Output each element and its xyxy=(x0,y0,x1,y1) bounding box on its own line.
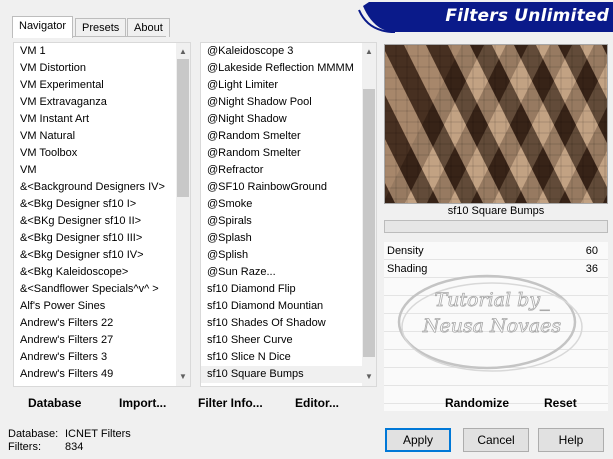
import-button[interactable]: Import... xyxy=(119,394,166,412)
cancel-button[interactable]: Cancel xyxy=(463,428,529,452)
tab-presets[interactable]: Presets xyxy=(75,18,127,37)
category-item[interactable]: Andrew's Filters 49 xyxy=(14,366,190,383)
category-item[interactable]: VM Natural xyxy=(14,128,190,145)
filter-scroll-thumb[interactable] xyxy=(363,89,375,357)
watermark-line-2: Neusa Novaes xyxy=(422,315,562,337)
filters-label: Filters: xyxy=(8,441,41,453)
scroll-down-icon[interactable]: ▼ xyxy=(362,370,376,384)
param-density[interactable]: Density 60 xyxy=(384,242,608,260)
help-button[interactable]: Help xyxy=(538,428,604,452)
filter-item[interactable]: @Random Smelter xyxy=(201,145,376,162)
watermark-line-1: Tutorial by_ xyxy=(435,289,550,311)
filter-item[interactable]: @Smoke xyxy=(201,196,376,213)
category-scroll-thumb[interactable] xyxy=(177,59,189,197)
category-item[interactable]: &<Bkg Designer sf10 III> xyxy=(14,230,190,247)
preview-image xyxy=(384,44,608,204)
filter-item[interactable]: @Sun Raze... xyxy=(201,264,376,281)
category-item[interactable]: &<BKg Designer sf10 II> xyxy=(14,213,190,230)
filter-item[interactable]: @Splash xyxy=(201,230,376,247)
category-item[interactable]: &<Bkg Kaleidoscope> xyxy=(14,264,190,281)
category-item[interactable]: VM Extravaganza xyxy=(14,94,190,111)
randomize-button[interactable]: Randomize xyxy=(445,394,509,412)
category-item[interactable]: Andrew's Filters 3 xyxy=(14,349,190,366)
filter-item[interactable]: sf10 Square Bumps xyxy=(201,366,376,383)
category-item[interactable]: VM xyxy=(14,162,190,179)
filter-item[interactable]: @SF10 RainbowGround xyxy=(201,179,376,196)
category-item[interactable]: &<Sandflower Specials^v^ > xyxy=(14,281,190,298)
scroll-up-icon[interactable]: ▲ xyxy=(176,45,190,59)
preview-progress-bar xyxy=(384,220,608,233)
category-item[interactable]: Alf's Power Sines xyxy=(14,298,190,315)
filter-item[interactable]: sf10 Sheer Curve xyxy=(201,332,376,349)
filter-info-button[interactable]: Filter Info... xyxy=(198,394,263,412)
category-items: VM 1 VM Distortion VM Experimental VM Extra… xyxy=(14,43,190,383)
category-item[interactable]: Andrew's Filters 27 xyxy=(14,332,190,349)
category-item[interactable]: &<Bkg Designer sf10 IV> xyxy=(14,247,190,264)
database-label: Database: xyxy=(8,428,59,440)
filter-item[interactable]: @Spirals xyxy=(201,213,376,230)
apply-button[interactable]: Apply xyxy=(385,428,451,452)
category-item[interactable]: Andrew's Filters 22 xyxy=(14,315,190,332)
filter-item[interactable]: @Refractor xyxy=(201,162,376,179)
category-item[interactable]: VM Distortion xyxy=(14,60,190,77)
tab-about[interactable]: About xyxy=(127,18,170,37)
category-scrollbar[interactable]: ▲ ▼ xyxy=(176,43,190,386)
scroll-down-icon[interactable]: ▼ xyxy=(176,370,190,384)
filter-item[interactable]: @Night Shadow Pool xyxy=(201,94,376,111)
category-item[interactable]: VM Toolbox xyxy=(14,145,190,162)
filter-item[interactable]: @Lakeside Reflection MMMM xyxy=(201,60,376,77)
filter-item[interactable]: sf10 Slice N Dice xyxy=(201,349,376,366)
filter-item[interactable]: @Night Shadow xyxy=(201,111,376,128)
database-value: ICNET Filters xyxy=(65,428,131,440)
param-label: Density xyxy=(387,245,424,257)
reset-button[interactable]: Reset xyxy=(544,394,577,412)
param-value: 60 xyxy=(585,245,598,257)
category-list[interactable]: VM 1 VM Distortion VM Experimental VM Extra… xyxy=(13,42,191,387)
editor-button[interactable]: Editor... xyxy=(295,394,339,412)
filters-count: 834 xyxy=(65,441,84,453)
filter-item[interactable]: @Light Limiter xyxy=(201,77,376,94)
category-item[interactable]: VM 1 xyxy=(14,43,190,60)
filter-item[interactable]: sf10 Diamond Flip xyxy=(201,281,376,298)
filter-item[interactable]: sf10 Diamond Mountian xyxy=(201,298,376,315)
preview-filter-name: sf10 Square Bumps xyxy=(447,205,545,217)
filter-scrollbar[interactable]: ▲ ▼ xyxy=(362,43,376,386)
watermark-stamp: Tutorial by_ Neusa Novaes xyxy=(397,274,583,372)
tab-navigator[interactable]: Navigator xyxy=(12,16,74,38)
scroll-up-icon[interactable]: ▲ xyxy=(362,45,376,59)
category-item[interactable]: &<Bkg Designer sf10 I> xyxy=(14,196,190,213)
parameter-panel: Density 60 Shading 36 Tutorial by_ Neusa… xyxy=(384,242,608,411)
category-item[interactable]: &<Background Designers IV> xyxy=(14,179,190,196)
filter-list[interactable]: @Kaleidoscope 3 @Lakeside Reflection MMMM… xyxy=(200,42,377,387)
category-item[interactable]: VM Instant Art xyxy=(14,111,190,128)
filter-item[interactable]: @Kaleidoscope 3 xyxy=(201,43,376,60)
database-button[interactable]: Database xyxy=(28,394,81,412)
filter-item[interactable]: @Random Smelter xyxy=(201,128,376,145)
filter-item[interactable]: @Splish xyxy=(201,247,376,264)
brand-title: Filters Unlimited xyxy=(445,6,609,26)
filter-items: @Kaleidoscope 3 @Lakeside Reflection MMMM… xyxy=(201,43,376,383)
category-item[interactable]: VM Experimental xyxy=(14,77,190,94)
filter-item[interactable]: sf10 Shades Of Shadow xyxy=(201,315,376,332)
